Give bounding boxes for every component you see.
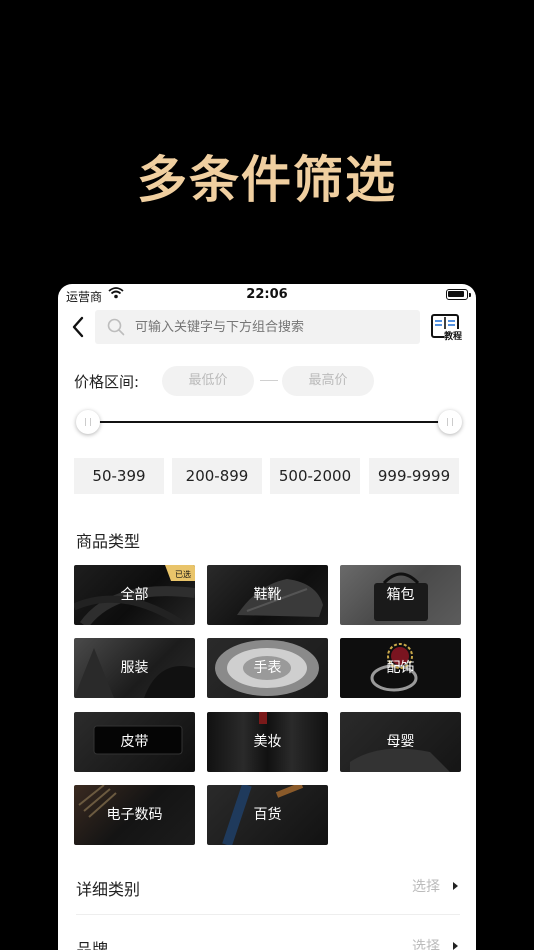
- category-tile-baby[interactable]: 母婴: [340, 712, 461, 772]
- divider: [76, 914, 460, 915]
- max-price-input[interactable]: 最高价: [282, 366, 374, 396]
- category-tile-makeup[interactable]: 美妆: [207, 712, 328, 772]
- nav-bar: 教程: [58, 308, 476, 346]
- category-label: 母婴: [386, 734, 415, 750]
- price-preset[interactable]: 500-2000: [270, 458, 360, 494]
- phone-screen: 运营商 22:06 教程 价格区间: 最低价: [58, 284, 476, 950]
- price-preset[interactable]: 200-899: [172, 458, 262, 494]
- chevron-right-icon: [453, 942, 458, 950]
- price-presets: 50-399 200-899 500-2000 999-9999: [74, 458, 464, 494]
- category-tile-general[interactable]: 百货: [207, 785, 328, 845]
- price-preset[interactable]: 50-399: [74, 458, 164, 494]
- category-label: 箱包: [386, 587, 415, 603]
- category-tile-electronics[interactable]: 电子数码: [74, 785, 195, 845]
- price-preset[interactable]: 999-9999: [369, 458, 459, 494]
- detail-category-label: 详细类别: [76, 880, 141, 899]
- price-slider[interactable]: [76, 410, 462, 434]
- status-bar: 运营商 22:06: [58, 284, 476, 306]
- category-label: 鞋靴: [253, 587, 282, 603]
- category-label: 全部: [120, 587, 149, 603]
- brand-value: 选择: [412, 939, 440, 950]
- tutorial-book-icon[interactable]: 教程: [430, 312, 462, 342]
- category-label: 配饰: [386, 660, 415, 676]
- svg-text:已选: 已选: [175, 569, 191, 579]
- category-label: 电子数码: [106, 807, 163, 823]
- category-tile-watches[interactable]: 手表: [207, 638, 328, 698]
- brand-row[interactable]: 品牌 选择: [76, 926, 460, 950]
- category-section-title: 商品类型: [76, 532, 141, 551]
- slider-track: [88, 421, 450, 423]
- battery-icon: [446, 289, 471, 300]
- search-box[interactable]: [95, 310, 420, 344]
- price-range-dash: [260, 380, 278, 381]
- category-tile-accessories[interactable]: 配饰: [340, 638, 461, 698]
- category-tile-belts[interactable]: 皮带: [74, 712, 195, 772]
- price-range-row: 价格区间: 最低价 最高价: [74, 366, 464, 396]
- selected-badge: 已选: [165, 565, 195, 581]
- detail-category-row[interactable]: 详细类别 选择: [76, 866, 460, 906]
- brand-label: 品牌: [76, 940, 109, 950]
- promo-title: 多条件筛选: [137, 151, 397, 209]
- chevron-right-icon: [453, 882, 458, 890]
- category-label: 服装: [120, 660, 149, 676]
- price-range-label: 价格区间:: [74, 373, 140, 391]
- search-input[interactable]: [135, 310, 405, 344]
- tutorial-label: 教程: [443, 330, 462, 342]
- slider-min-handle[interactable]: [76, 410, 100, 434]
- search-icon: [107, 318, 125, 336]
- slider-max-handle[interactable]: [438, 410, 462, 434]
- category-label: 美妆: [253, 734, 282, 750]
- category-tile-clothing[interactable]: 服装: [74, 638, 195, 698]
- clock: 22:06: [246, 287, 288, 302]
- back-icon[interactable]: [68, 314, 90, 340]
- detail-category-value: 选择: [412, 879, 440, 895]
- category-tile-shoes[interactable]: 鞋靴: [207, 565, 328, 625]
- min-price-input[interactable]: 最低价: [162, 366, 254, 396]
- category-label: 手表: [253, 660, 282, 676]
- category-tile-bags[interactable]: 箱包: [340, 565, 461, 625]
- category-tile-all[interactable]: 已选 全部: [74, 565, 195, 625]
- category-label: 皮带: [120, 734, 149, 750]
- category-label: 百货: [253, 807, 282, 823]
